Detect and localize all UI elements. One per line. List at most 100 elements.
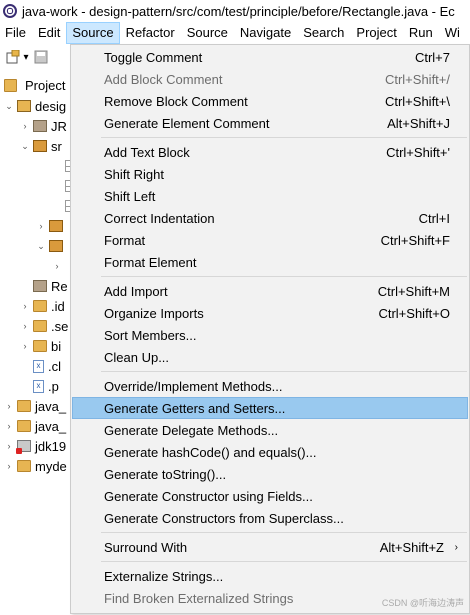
folder-icon (33, 340, 47, 352)
expand-chevron-icon[interactable]: › (20, 121, 30, 131)
tree-item[interactable] (52, 156, 70, 176)
tree-item[interactable]: › JR (20, 116, 67, 136)
tree-item[interactable]: › jdk19 (4, 436, 66, 456)
collapse-chevron-icon[interactable]: ⌄ (4, 101, 14, 112)
tree-item-label: sr (51, 138, 62, 154)
tree-item[interactable]: › java_ (4, 416, 67, 436)
menu-source[interactable]: Source (66, 22, 120, 44)
new-icon[interactable] (6, 50, 20, 64)
folder-icon (17, 460, 31, 472)
expand-chevron-icon[interactable]: › (4, 461, 14, 471)
watermark: CSDN @听海边涛声 (381, 598, 464, 608)
shortcut-label: Ctrl+Shift+\ (384, 93, 450, 109)
tree-item[interactable]: › .se (20, 316, 69, 336)
menu-edit[interactable]: Edit (32, 22, 66, 44)
menu-item-surround-with[interactable]: Surround With Alt+Shift+Z › (72, 536, 468, 558)
expand-chevron-icon[interactable]: › (20, 301, 30, 311)
menu-item-generate-hashcode-and-equals[interactable]: Generate hashCode() and equals()... (72, 441, 468, 463)
menu-item-format[interactable]: Format Ctrl+Shift+F (72, 229, 468, 251)
jdk-icon (16, 440, 31, 454)
shortcut-label: Alt+Shift+J (387, 115, 450, 131)
tree-item[interactable]: › .id (20, 296, 65, 316)
expand-chevron-icon[interactable]: › (20, 341, 30, 351)
project-explorer: Project ⌄ desig › JR ⌄ sr › ⌄ › Re › .id › .se › bi x .cl… (0, 74, 70, 614)
tree-item[interactable] (52, 196, 70, 216)
menu-item-correct-indentation[interactable]: Correct Indentation Ctrl+I (72, 207, 468, 229)
project-icon (17, 100, 31, 112)
menu-separator (101, 371, 467, 372)
menu-separator (101, 137, 467, 138)
expand-chevron-icon[interactable]: › (4, 441, 14, 451)
menu-wi[interactable]: Wi (439, 22, 466, 44)
tree-item[interactable] (52, 176, 70, 196)
menu-item-label: Generate Constructor using Fields... (104, 488, 313, 504)
menu-item-toggle-comment[interactable]: Toggle Comment Ctrl+7 (72, 46, 468, 68)
project-explorer-header[interactable]: Project (0, 74, 70, 96)
shortcut-label: Ctrl+Shift+' (386, 144, 450, 160)
menu-item-add-import[interactable]: Add Import Ctrl+Shift+M (72, 280, 468, 302)
tree-item[interactable]: ⌄ sr (20, 136, 62, 156)
menu-search[interactable]: Search (297, 22, 350, 44)
tree-item[interactable]: › java_ (4, 396, 67, 416)
expand-chevron-icon[interactable]: › (4, 401, 14, 411)
tree-item[interactable]: x .p (20, 376, 59, 396)
expand-chevron-icon[interactable]: › (4, 421, 14, 431)
menu-item-generate-constructors-from-superclass[interactable]: Generate Constructors from Superclass... (72, 507, 468, 529)
menu-item-organize-imports[interactable]: Organize Imports Ctrl+Shift+O (72, 302, 468, 324)
expand-chevron-icon[interactable]: › (36, 221, 46, 231)
menu-item-label: Format Element (104, 254, 197, 270)
menu-item-label: Add Block Comment (104, 71, 223, 87)
tree-item[interactable]: ⌄ desig (4, 96, 66, 116)
library-icon (33, 280, 47, 292)
tree-item[interactable]: › (36, 216, 67, 236)
menu-item-generate-getters-and-setters[interactable]: Generate Getters and Setters... (72, 397, 468, 419)
menu-item-generate-element-comment[interactable]: Generate Element Comment Alt+Shift+J (72, 112, 468, 134)
menu-item-add-text-block[interactable]: Add Text Block Ctrl+Shift+' (72, 141, 468, 163)
shortcut-label: Alt+Shift+Z (379, 539, 444, 555)
tree-item-label: desig (35, 98, 67, 114)
menu-file[interactable]: File (0, 22, 32, 44)
menu-project[interactable]: Project (350, 22, 402, 44)
menu-item-sort-members[interactable]: Sort Members... (72, 324, 468, 346)
menu-item-label: Toggle Comment (104, 49, 203, 65)
menu-refactor[interactable]: Refactor (120, 22, 181, 44)
tree-item[interactable]: Re (20, 276, 68, 296)
dropdown-arrow-icon[interactable]: ▾ (22, 50, 30, 64)
save-icon[interactable] (34, 50, 48, 64)
menu-item-externalize-strings[interactable]: Externalize Strings... (72, 565, 468, 587)
menu-separator (101, 276, 467, 277)
project-explorer-title: Project (25, 77, 66, 93)
tree-item-label: jdk19 (35, 438, 67, 454)
expand-chevron-icon[interactable]: › (52, 261, 62, 271)
menu-item-generate-delegate-methods[interactable]: Generate Delegate Methods... (72, 419, 468, 441)
menu-item-shift-right[interactable]: Shift Right (72, 163, 468, 185)
package-icon (49, 240, 63, 252)
tree-item-label: java_ (35, 418, 67, 434)
title-bar: java-work - design-pattern/src/com/test/… (0, 0, 470, 22)
menu-item-label: Generate Getters and Setters... (104, 400, 286, 416)
tree-item[interactable]: › (52, 256, 65, 276)
menu-item-override-implement-methods[interactable]: Override/Implement Methods... (72, 375, 468, 397)
menu-item-label: Correct Indentation (104, 210, 215, 226)
menu-navigate[interactable]: Navigate (234, 22, 297, 44)
tree-item[interactable]: › myde (4, 456, 67, 476)
menu-item-generate-constructor-using-fields[interactable]: Generate Constructor using Fields... (72, 485, 468, 507)
menu-item-clean-up[interactable]: Clean Up... (72, 346, 468, 368)
tree-item[interactable]: ⌄ (36, 236, 67, 256)
menu-item-shift-left[interactable]: Shift Left (72, 185, 468, 207)
expand-chevron-icon[interactable]: › (20, 321, 30, 331)
menu-item-label: Organize Imports (104, 305, 204, 321)
menu-item-remove-block-comment[interactable]: Remove Block Comment Ctrl+Shift+\ (72, 90, 468, 112)
menu-run[interactable]: Run (403, 22, 439, 44)
menu-item-generate-tostring[interactable]: Generate toString()... (72, 463, 468, 485)
menu-item-label: Sort Members... (104, 327, 197, 343)
menu-item-label: Externalize Strings... (104, 568, 224, 584)
xml-file-icon: x (33, 359, 44, 373)
collapse-chevron-icon[interactable]: ⌄ (36, 241, 46, 252)
menu-source[interactable]: Source (181, 22, 234, 44)
tree-item[interactable]: › bi (20, 336, 62, 356)
collapse-chevron-icon[interactable]: ⌄ (20, 141, 30, 152)
tree-item[interactable]: x .cl (20, 356, 61, 376)
menu-item-format-element[interactable]: Format Element (72, 251, 468, 273)
library-icon (33, 120, 47, 132)
